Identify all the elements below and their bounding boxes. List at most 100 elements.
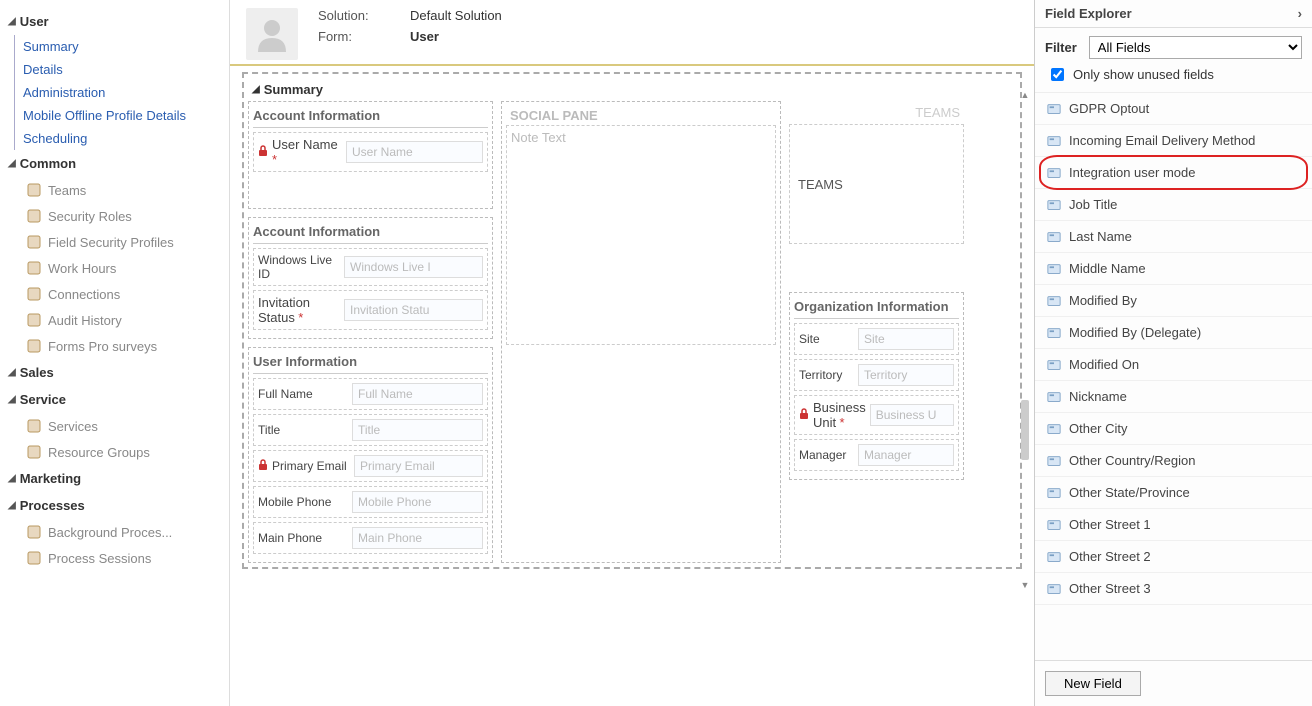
filter-select[interactable]: All Fields xyxy=(1089,36,1302,59)
nav-item-connections[interactable]: Connections xyxy=(0,281,229,307)
field-item-last-name[interactable]: Last Name xyxy=(1035,221,1312,253)
entity-nav-summary[interactable]: Summary xyxy=(15,35,229,58)
business-unit-field[interactable]: Business Unit * Business U xyxy=(794,395,959,435)
note-text-area[interactable]: Note Text xyxy=(506,125,776,345)
field-item-middle-name[interactable]: Middle Name xyxy=(1035,253,1312,285)
full-name-field[interactable]: Full Name Full Name xyxy=(253,378,488,410)
manager-input[interactable]: Manager xyxy=(858,444,954,466)
field-item-modified-by[interactable]: Modified By xyxy=(1035,285,1312,317)
field-item-incoming-email-delivery-method[interactable]: Incoming Email Delivery Method xyxy=(1035,125,1312,157)
nav-item-services[interactable]: Services xyxy=(0,413,229,439)
title-field[interactable]: Title Title xyxy=(253,414,488,446)
nav-item-process-sessions[interactable]: Process Sessions xyxy=(0,545,229,571)
new-field-button[interactable]: New Field xyxy=(1045,671,1141,696)
primary-email-field[interactable]: Primary Email Primary Email xyxy=(253,450,488,482)
collapse-icon[interactable]: ◢ xyxy=(8,367,16,378)
org-info-block[interactable]: Organization Information Site Site Terri… xyxy=(789,292,964,480)
nav-item-work-hours[interactable]: Work Hours xyxy=(0,255,229,281)
nav-section-sales[interactable]: ◢Sales xyxy=(0,359,229,386)
site-input[interactable]: Site xyxy=(858,328,954,350)
social-pane-block[interactable]: SOCIAL PANE Note Text xyxy=(501,101,781,563)
field-item-other-country-region[interactable]: Other Country/Region xyxy=(1035,445,1312,477)
account-info-block-1[interactable]: Account Information User Name * User Nam… xyxy=(248,101,493,209)
field-item-modified-on[interactable]: Modified On xyxy=(1035,349,1312,381)
filter-label: Filter xyxy=(1045,40,1077,55)
field-item-job-title[interactable]: Job Title xyxy=(1035,189,1312,221)
entity-nav-scheduling[interactable]: Scheduling xyxy=(15,127,229,150)
main-phone-label: Main Phone xyxy=(258,531,348,545)
site-label: Site xyxy=(799,332,854,346)
windows-live-input[interactable]: Windows Live I xyxy=(344,256,483,278)
field-list[interactable]: GDPR OptoutIncoming Email Delivery Metho… xyxy=(1035,92,1312,660)
mobile-phone-label: Mobile Phone xyxy=(258,495,348,509)
field-item-integration-user-mode[interactable]: Integration user mode xyxy=(1035,157,1312,189)
title-input[interactable]: Title xyxy=(352,419,483,441)
collapse-icon[interactable]: ◢ xyxy=(8,394,16,405)
avatar xyxy=(246,8,298,60)
field-item-gdpr-optout[interactable]: GDPR Optout xyxy=(1035,93,1312,125)
social-pane-title: SOCIAL PANE xyxy=(506,106,776,125)
site-field[interactable]: Site Site xyxy=(794,323,959,355)
collapse-icon[interactable]: ◢ xyxy=(8,473,16,484)
field-icon xyxy=(1047,230,1061,244)
chevron-right-icon[interactable]: › xyxy=(1298,6,1302,21)
invitation-input[interactable]: Invitation Statu xyxy=(344,299,483,321)
primary-email-input[interactable]: Primary Email xyxy=(354,455,483,477)
user-name-field[interactable]: User Name * User Name xyxy=(253,132,488,172)
nav-item-resource-groups[interactable]: Resource Groups xyxy=(0,439,229,465)
field-explorer-title: Field Explorer xyxy=(1045,6,1132,21)
invitation-field[interactable]: Invitation Status * Invitation Statu xyxy=(253,290,488,330)
nav-section-processes[interactable]: ◢Processes xyxy=(0,492,229,519)
nav-item-audit-history[interactable]: Audit History xyxy=(0,307,229,333)
summary-section[interactable]: ◢ Summary Account Information User Name … xyxy=(242,72,1022,569)
nav-item-icon xyxy=(26,338,42,354)
collapse-icon[interactable]: ◢ xyxy=(252,84,260,95)
scroll-down-icon[interactable]: ▼ xyxy=(1020,580,1030,590)
field-item-other-city[interactable]: Other City xyxy=(1035,413,1312,445)
scrollbar[interactable]: ▲ ▼ xyxy=(1020,90,1030,590)
entity-title-label: User xyxy=(20,14,49,29)
entity-nav-administration[interactable]: Administration xyxy=(15,81,229,104)
nav-section-service[interactable]: ◢Service xyxy=(0,386,229,413)
field-item-modified-by-delegate-[interactable]: Modified By (Delegate) xyxy=(1035,317,1312,349)
collapse-icon[interactable]: ◢ xyxy=(8,16,16,27)
nav-item-background-proces-[interactable]: Background Proces... xyxy=(0,519,229,545)
user-info-block[interactable]: User Information Full Name Full Name Tit… xyxy=(248,347,493,563)
main-phone-field[interactable]: Main Phone Main Phone xyxy=(253,522,488,554)
collapse-icon[interactable]: ◢ xyxy=(8,158,16,169)
nav-section-marketing[interactable]: ◢Marketing xyxy=(0,465,229,492)
entity-nav-mobile-offline-profile-details[interactable]: Mobile Offline Profile Details xyxy=(15,104,229,127)
teams-column[interactable]: TEAMS TEAMS Organization Information Sit… xyxy=(789,101,964,480)
mobile-phone-field[interactable]: Mobile Phone Mobile Phone xyxy=(253,486,488,518)
territory-input[interactable]: Territory xyxy=(858,364,954,386)
collapse-icon[interactable]: ◢ xyxy=(8,500,16,511)
nav-item-teams[interactable]: Teams xyxy=(0,177,229,203)
main-phone-input[interactable]: Main Phone xyxy=(352,527,483,549)
nav-item-forms-pro-surveys[interactable]: Forms Pro surveys xyxy=(0,333,229,359)
field-item-other-street-[interactable]: Other Street 2 xyxy=(1035,541,1312,573)
nav-item-field-security-profiles[interactable]: Field Security Profiles xyxy=(0,229,229,255)
teams-box[interactable]: TEAMS xyxy=(789,124,964,244)
account-info-block-2[interactable]: Account Information Windows Live ID Wind… xyxy=(248,217,493,339)
nav-item-security-roles[interactable]: Security Roles xyxy=(0,203,229,229)
unused-checkbox[interactable] xyxy=(1051,68,1064,81)
field-item-nickname[interactable]: Nickname xyxy=(1035,381,1312,413)
scroll-up-icon[interactable]: ▲ xyxy=(1020,90,1030,100)
nav-item-icon xyxy=(26,524,42,540)
nav-section-common[interactable]: ◢Common xyxy=(0,150,229,177)
field-icon xyxy=(1047,326,1061,340)
field-item-other-state-province[interactable]: Other State/Province xyxy=(1035,477,1312,509)
business-unit-input[interactable]: Business U xyxy=(870,404,954,426)
entity-nav-details[interactable]: Details xyxy=(15,58,229,81)
full-name-input[interactable]: Full Name xyxy=(352,383,483,405)
account-info-title: Account Information xyxy=(253,106,488,128)
mobile-phone-input[interactable]: Mobile Phone xyxy=(352,491,483,513)
windows-live-field[interactable]: Windows Live ID Windows Live I xyxy=(253,248,488,286)
scroll-thumb[interactable] xyxy=(1021,400,1029,460)
field-item-other-street-[interactable]: Other Street 3 xyxy=(1035,573,1312,605)
manager-field[interactable]: Manager Manager xyxy=(794,439,959,471)
territory-label: Territory xyxy=(799,368,854,382)
field-item-other-street-[interactable]: Other Street 1 xyxy=(1035,509,1312,541)
territory-field[interactable]: Territory Territory xyxy=(794,359,959,391)
user-name-input[interactable]: User Name xyxy=(346,141,483,163)
